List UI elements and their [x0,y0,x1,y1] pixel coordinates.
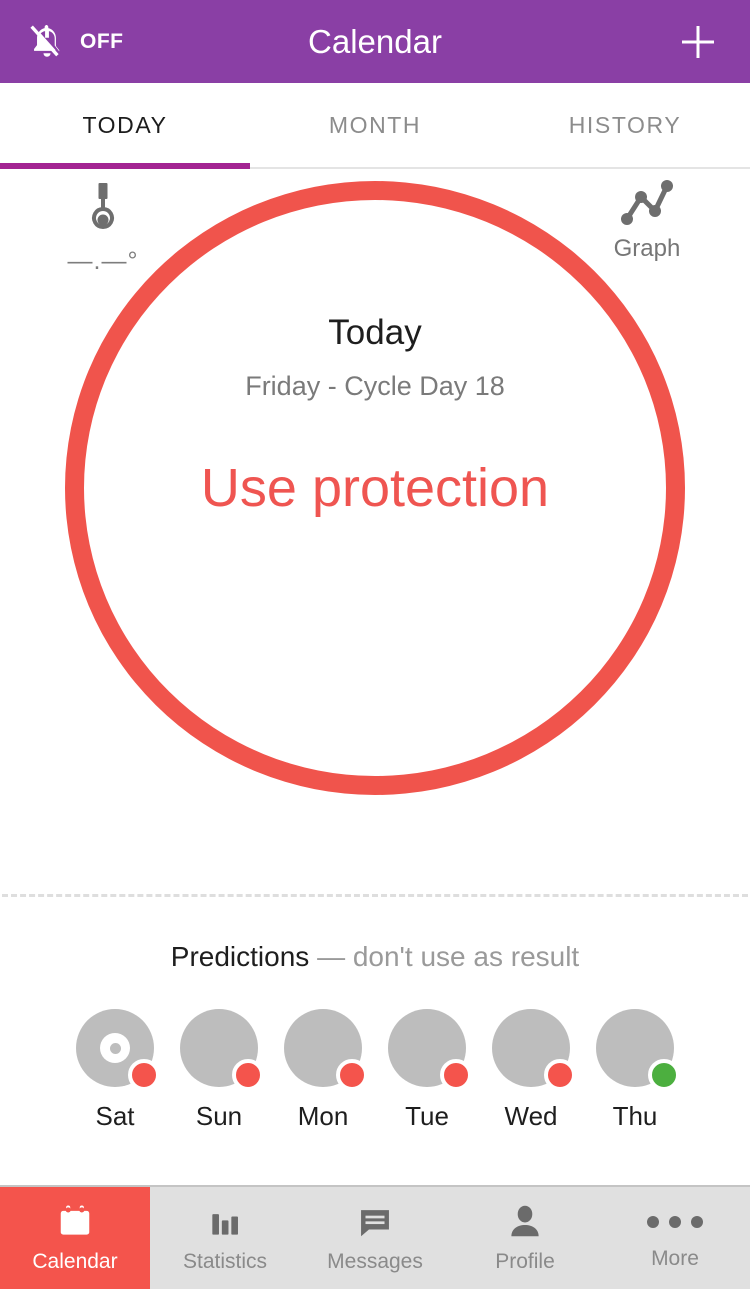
ring-status: Use protection [200,458,550,518]
tab-month-label: MONTH [328,111,422,138]
prediction-badge [648,1059,680,1091]
prediction-day-mon[interactable]: Mon [284,1009,368,1132]
prediction-day-label: Sun [195,1101,243,1131]
tab-today[interactable]: TODAY [0,83,250,167]
tab-history-label: HISTORY [568,111,682,138]
prediction-circle [76,1009,160,1091]
prediction-badge [440,1059,472,1091]
nav-label: Calendar [32,1249,118,1273]
predictions-row: Sat Sun Mon Tue Wed Thu [0,1009,750,1132]
nav-label: Profile [495,1249,555,1273]
app-header: OFF Calendar [0,0,750,83]
ovulation-marker-icon [100,1033,130,1063]
person-icon [511,1205,539,1236]
bottom-navigation: Calendar Statistics Messages Profile Mor… [0,1185,750,1289]
prediction-badge [128,1059,160,1091]
tab-bar: TODAY MONTH HISTORY [0,83,750,169]
nav-item-more[interactable]: More [600,1187,750,1289]
graph-widget[interactable]: Graph [592,177,702,263]
thermometer-icon [92,183,114,229]
chat-bubble-icon [361,1209,389,1236]
prediction-day-label: Mon [297,1101,349,1131]
notifications-status-label: OFF [80,29,124,53]
bell-off-icon [30,24,60,57]
prediction-day-wed[interactable]: Wed [492,1009,576,1132]
cycle-status-ring[interactable]: Today Friday - Cycle Day 18 Use protecti… [65,181,685,795]
predictions-title-note: — don't use as result [317,941,580,972]
prediction-circle [596,1009,680,1091]
tab-history[interactable]: HISTORY [500,83,750,167]
plus-icon[interactable] [674,18,722,66]
line-graph-icon [621,180,673,225]
nav-label: Statistics [182,1249,268,1273]
nav-item-messages[interactable]: Messages [300,1187,450,1289]
prediction-circle [180,1009,264,1091]
prediction-badge [336,1059,368,1091]
prediction-day-sun[interactable]: Sun [180,1009,264,1132]
prediction-circle [492,1009,576,1091]
graph-label: Graph [613,235,681,262]
calendar-icon [60,1205,90,1235]
temperature-value: —.—° [67,247,139,275]
predictions-title: Predictions — don't use as result [0,941,750,973]
prediction-day-thu[interactable]: Thu [596,1009,680,1132]
prediction-day-tue[interactable]: Tue [388,1009,472,1132]
ring-subtitle: Friday - Cycle Day 18 [245,371,505,401]
prediction-day-label: Sat [95,1101,135,1131]
prediction-day-label: Thu [612,1101,658,1131]
bar-chart-icon [212,1213,238,1235]
prediction-circle [284,1009,368,1091]
notifications-toggle[interactable]: OFF [26,21,124,63]
tab-today-label: TODAY [82,111,168,138]
prediction-day-label: Tue [405,1101,449,1131]
temperature-widget[interactable]: —.—° [48,179,158,276]
prediction-circle [388,1009,472,1091]
predictions-section: Predictions — don't use as result Sat Su… [0,897,750,1132]
tab-month[interactable]: MONTH [250,83,500,167]
nav-item-calendar[interactable]: Calendar [0,1187,150,1289]
prediction-badge [232,1059,264,1091]
nav-label: More [651,1246,699,1270]
prediction-day-sat[interactable]: Sat [76,1009,160,1132]
predictions-title-main: Predictions [170,941,310,972]
prediction-day-label: Wed [504,1101,558,1131]
ellipsis-icon [647,1206,703,1238]
ring-title: Today [328,313,422,352]
today-panel: —.—° Graph Today Friday - Cycle Day 18 U… [0,169,750,894]
prediction-badge [544,1059,576,1091]
nav-item-profile[interactable]: Profile [450,1187,600,1289]
nav-item-statistics[interactable]: Statistics [150,1187,300,1289]
nav-label: Messages [327,1249,423,1273]
